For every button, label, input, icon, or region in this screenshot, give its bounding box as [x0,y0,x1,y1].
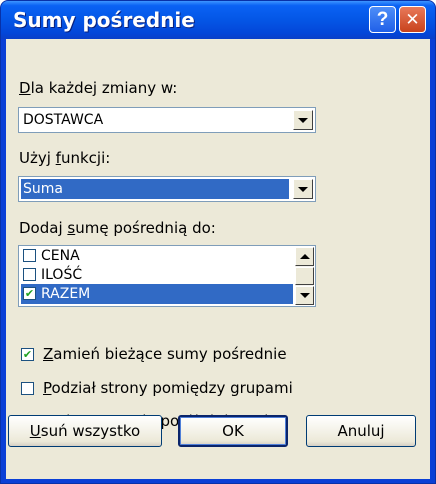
function-label: Użyj funkcji: [19,149,111,167]
help-icon: ? [376,8,389,30]
ok-button[interactable]: OK [178,415,288,447]
function-combo[interactable]: Suma [18,176,316,202]
scroll-thumb[interactable] [295,267,314,285]
chevron-down-icon [299,293,310,298]
group-by-combo[interactable]: DOSTAWCA [18,107,316,133]
title-bar[interactable]: Sumy pośrednie ? ✕ [1,1,435,39]
checkbox-razem[interactable]: ✔ [23,287,36,300]
chevron-down-icon [298,117,308,123]
function-value: Suma [21,179,289,199]
dialog-body: Dla każdej zmiany w: DOSTAWCA Użyj funkc… [6,39,430,479]
checkbox-page-break[interactable] [21,382,34,395]
chevron-up-icon [299,254,310,259]
add-to-listbox[interactable]: CENA ILOŚĆ ✔ RAZEM [18,245,316,307]
subtotals-dialog: Sumy pośrednie ? ✕ Dla każdej zmiany w: … [0,0,436,484]
listbox-scrollbar[interactable] [295,247,314,305]
cancel-button[interactable]: Anuluj [306,415,416,447]
checkbox-ilosc[interactable] [23,268,36,281]
group-by-dropdown-button[interactable] [293,110,313,130]
window-title: Sumy pośrednie [13,8,195,32]
add-to-label: Dodaj sumę pośrednią do: [19,219,216,237]
scroll-down-button[interactable] [295,286,314,305]
help-button[interactable]: ? [369,6,396,33]
group-by-label: Dla każdej zmiany w: [19,79,178,97]
checkbox-replace-current[interactable]: ✔ [21,348,34,361]
list-item-ilosc[interactable]: ILOŚĆ [21,265,293,285]
chevron-down-icon [298,186,308,192]
checkbox-cena[interactable] [23,249,36,262]
function-dropdown-button[interactable] [293,179,313,199]
remove-all-button[interactable]: Usuń wszystko [8,415,162,447]
close-icon: ✕ [405,9,420,29]
close-button[interactable]: ✕ [399,6,426,33]
list-item-razem[interactable]: ✔ RAZEM [21,284,293,304]
group-by-value: DOSTAWCA [23,112,104,128]
list-item-cena[interactable]: CENA [21,246,293,266]
scroll-up-button[interactable] [295,247,314,266]
